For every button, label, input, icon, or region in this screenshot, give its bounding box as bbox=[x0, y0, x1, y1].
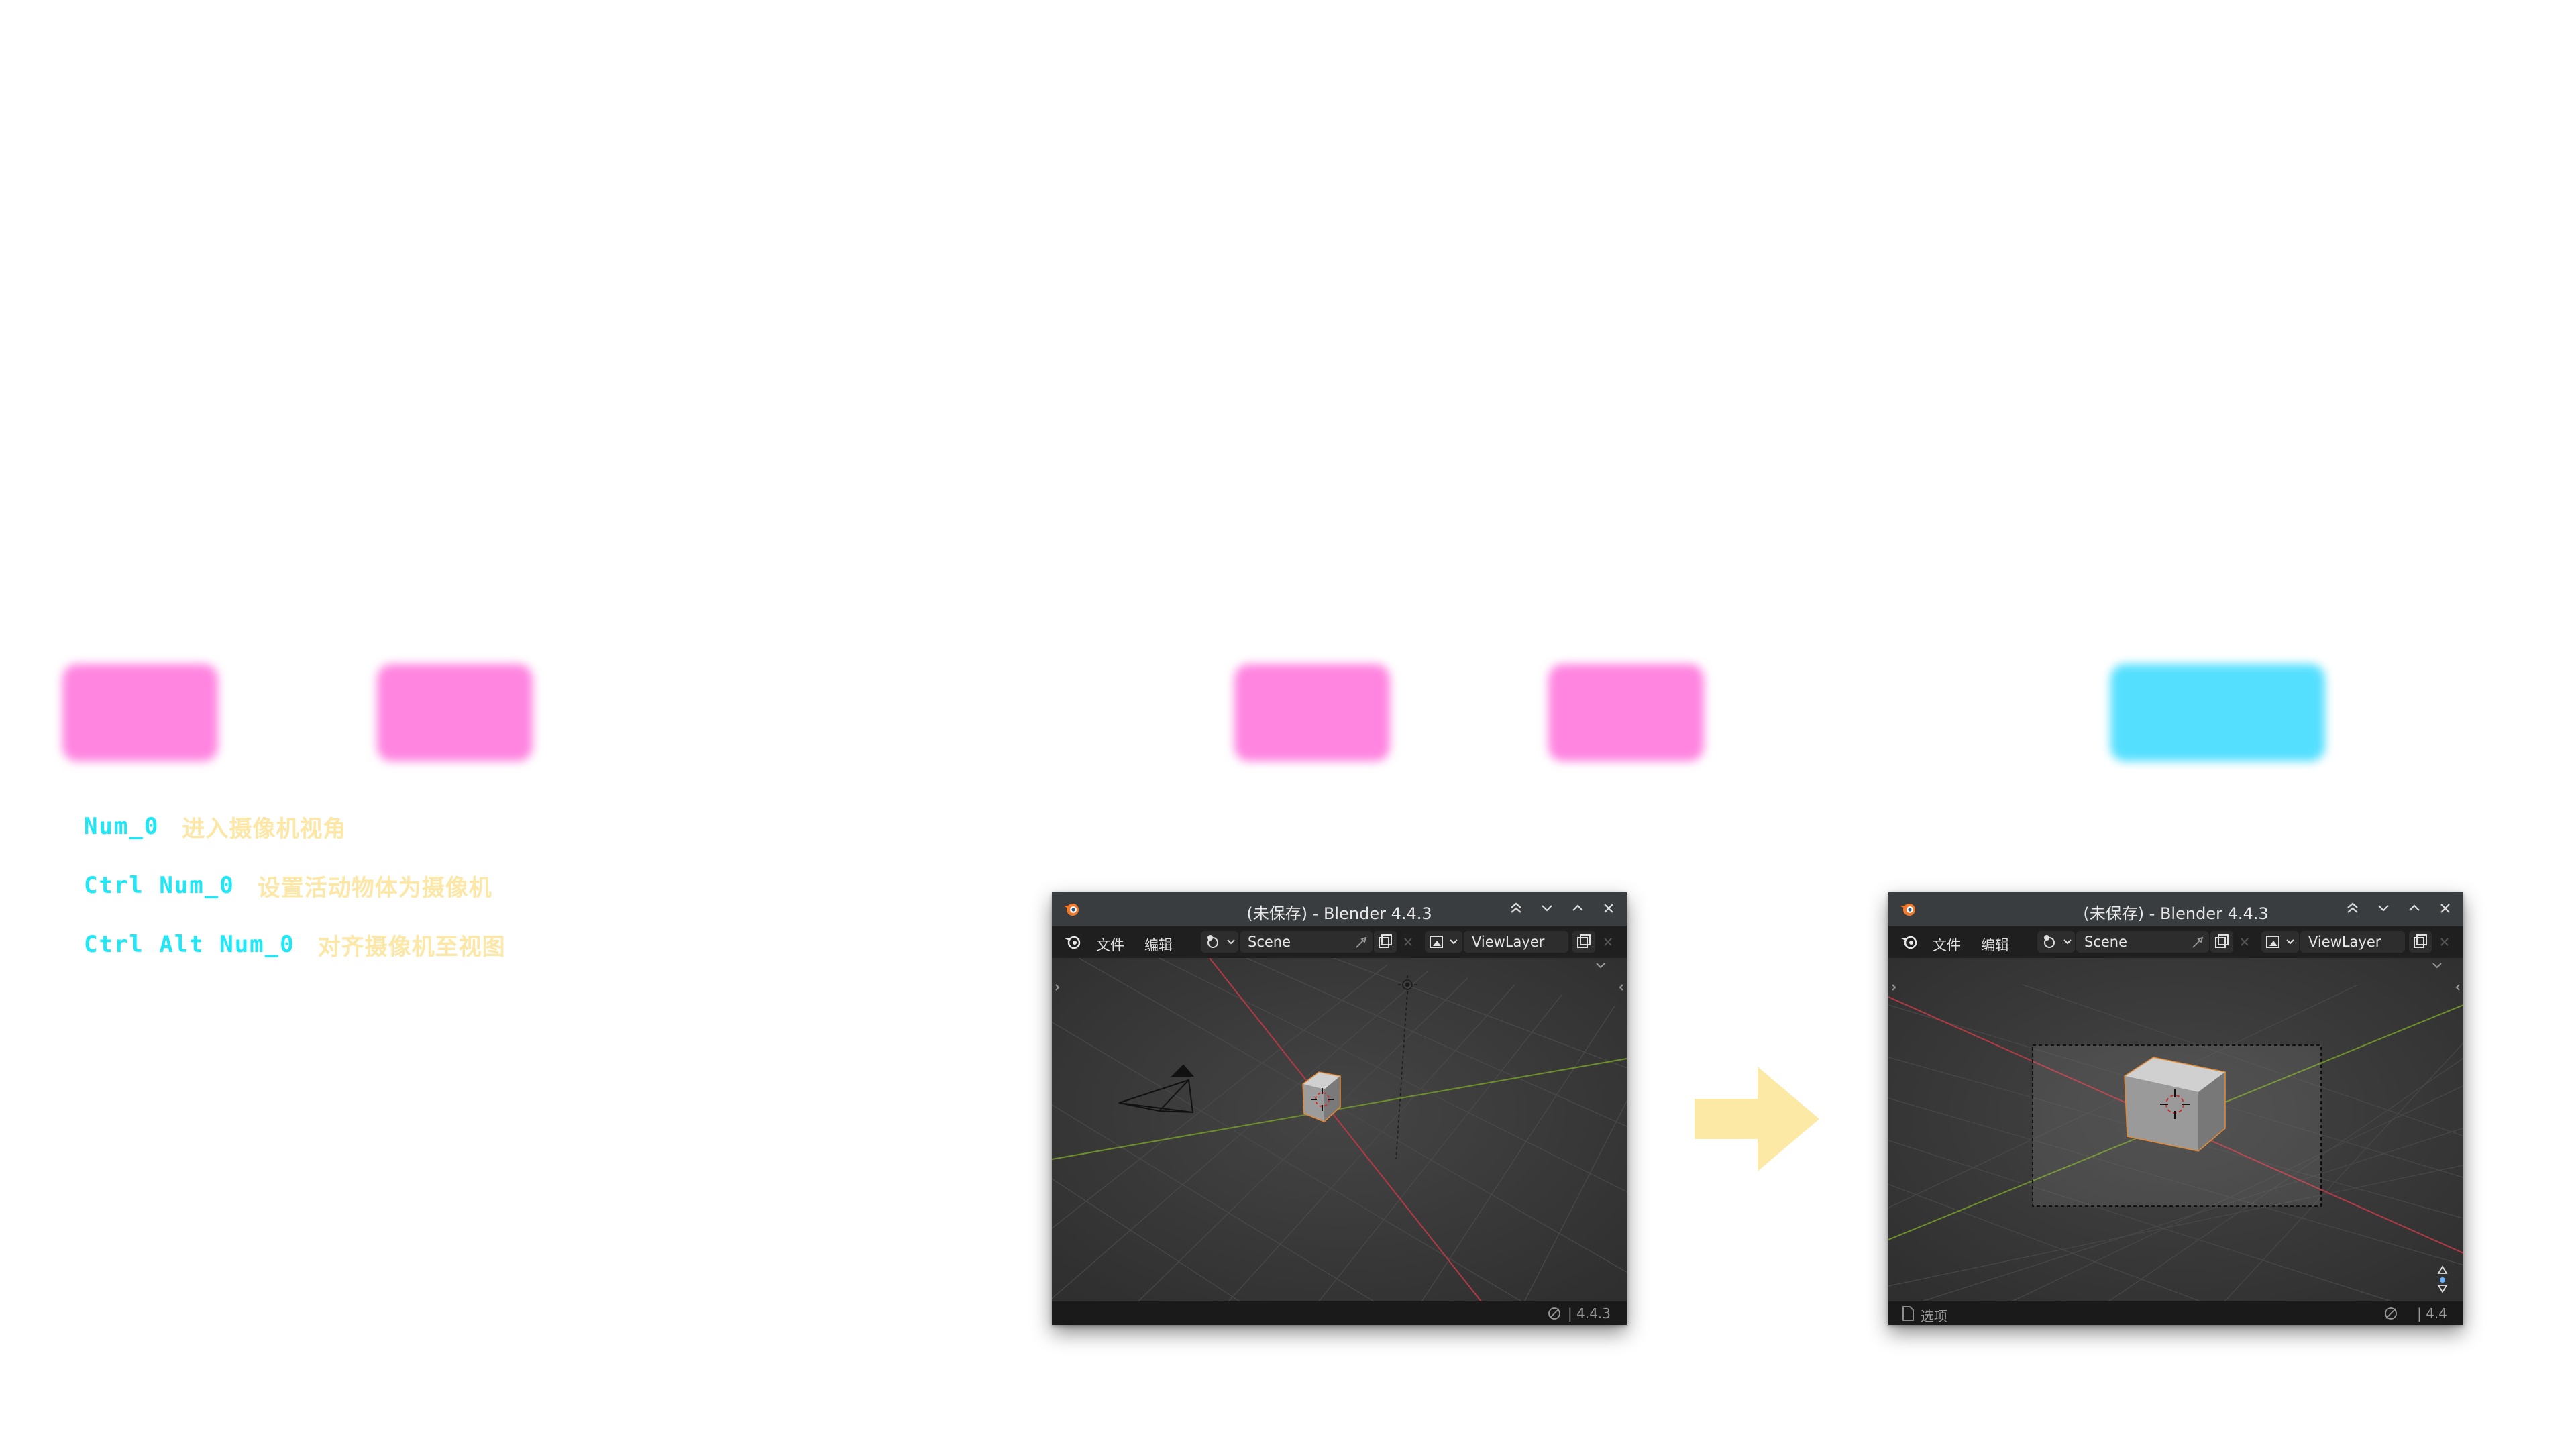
menu-file[interactable]: 文件 bbox=[1096, 934, 1124, 955]
highlight-block-2 bbox=[377, 664, 533, 761]
blender-window-after: (未保存) - Blender 4.4.3 文件 编辑 Scene ViewLa… bbox=[1888, 892, 2463, 1325]
menu-edit[interactable]: 编辑 bbox=[1144, 934, 1173, 955]
view-layer-name: ViewLayer bbox=[1472, 934, 1545, 950]
cube-object[interactable] bbox=[2124, 1057, 2226, 1152]
close-icon[interactable] bbox=[2434, 898, 2456, 919]
network-disabled-icon[interactable] bbox=[2383, 1305, 2399, 1322]
shortcut-key: Num_0 bbox=[84, 813, 160, 840]
network-disabled-icon[interactable] bbox=[1546, 1305, 1562, 1322]
menu-bar: 文件 编辑 Scene ViewLayer bbox=[1052, 926, 1627, 958]
menu-edit[interactable]: 编辑 bbox=[1981, 934, 2009, 955]
shortcut-row: Num_0 进入摄像机视角 bbox=[84, 806, 346, 847]
3d-viewport[interactable] bbox=[1888, 958, 2463, 1301]
status-bar: | 4.4.3 bbox=[1052, 1301, 1627, 1325]
highlight-block-4 bbox=[1548, 664, 1704, 761]
pin-icon[interactable] bbox=[1355, 935, 1368, 949]
duplicate-scene-icon[interactable] bbox=[2210, 931, 2233, 953]
shortcut-key: Ctrl Num_0 bbox=[84, 872, 235, 899]
blender-window-before: (未保存) - Blender 4.4.3 文件 编辑 Scene ViewLa… bbox=[1052, 892, 1627, 1325]
version-number: 4.4 bbox=[2426, 1305, 2447, 1322]
title-bar[interactable]: (未保存) - Blender 4.4.3 bbox=[1888, 892, 2463, 926]
minimize-icon[interactable] bbox=[2373, 898, 2394, 919]
scene-selector-icon[interactable] bbox=[1201, 931, 1238, 953]
view-layer-selector-icon[interactable] bbox=[2261, 931, 2299, 953]
scene-field[interactable]: Scene bbox=[1240, 931, 1373, 953]
options-label[interactable]: 选项 bbox=[1921, 1305, 1947, 1325]
close-icon[interactable] bbox=[1598, 898, 1619, 919]
shortcut-key: Ctrl Alt Num_0 bbox=[84, 931, 295, 958]
menu-bar: 文件 编辑 Scene ViewLayer bbox=[1888, 926, 2463, 958]
shortcut-row: Ctrl Alt Num_0 对齐摄像机至视图 bbox=[84, 924, 506, 965]
3d-viewport[interactable] bbox=[1052, 958, 1627, 1301]
close-icon[interactable] bbox=[2233, 931, 2256, 953]
document-icon bbox=[1902, 1306, 1914, 1321]
view-layer-name: ViewLayer bbox=[2308, 934, 2381, 950]
shortcut-row: Ctrl Num_0 设置活动物体为摄像机 bbox=[84, 865, 492, 906]
shortcut-desc: 设置活动物体为摄像机 bbox=[257, 874, 492, 902]
blender-menu-icon[interactable] bbox=[1899, 932, 1919, 951]
scene-field[interactable]: Scene bbox=[2076, 931, 2209, 953]
duplicate-view-layer-icon[interactable] bbox=[1572, 931, 1595, 953]
scene-selector-icon[interactable] bbox=[2037, 931, 2075, 953]
highlight-block-5 bbox=[2110, 664, 2325, 761]
version-number: 4.4.3 bbox=[1576, 1305, 1611, 1322]
view-layer-selector-icon[interactable] bbox=[1425, 931, 1462, 953]
close-icon[interactable] bbox=[2433, 931, 2456, 953]
highlight-block-3 bbox=[1234, 664, 1390, 761]
duplicate-view-layer-icon[interactable] bbox=[2409, 931, 2432, 953]
view-layer-field[interactable]: ViewLayer bbox=[2300, 931, 2405, 953]
right-arrow-icon bbox=[1695, 1067, 1819, 1171]
keep-above-icon[interactable] bbox=[1505, 898, 1527, 919]
minimize-icon[interactable] bbox=[1536, 898, 1558, 919]
highlight-block-1 bbox=[62, 664, 218, 761]
version-label: | 4.4 bbox=[2417, 1305, 2447, 1322]
shortcut-desc: 进入摄像机视角 bbox=[182, 815, 347, 843]
close-icon[interactable] bbox=[1597, 931, 1619, 953]
title-bar[interactable]: (未保存) - Blender 4.4.3 bbox=[1052, 892, 1627, 926]
blender-menu-icon[interactable] bbox=[1063, 932, 1083, 951]
shortcut-desc: 对齐摄像机至视图 bbox=[317, 933, 506, 961]
duplicate-scene-icon[interactable] bbox=[1374, 931, 1397, 953]
scene-name: Scene bbox=[2084, 934, 2128, 950]
pin-icon[interactable] bbox=[2192, 935, 2205, 949]
keep-above-icon[interactable] bbox=[2342, 898, 2363, 919]
menu-file[interactable]: 文件 bbox=[1933, 934, 1961, 955]
scene-name: Scene bbox=[1248, 934, 1291, 950]
close-icon[interactable] bbox=[1397, 931, 1419, 953]
maximize-icon[interactable] bbox=[2404, 898, 2425, 919]
maximize-icon[interactable] bbox=[1567, 898, 1589, 919]
status-bar: 选项 | 4.4 bbox=[1888, 1301, 2463, 1325]
version-label: | 4.4.3 bbox=[1568, 1305, 1611, 1322]
view-layer-field[interactable]: ViewLayer bbox=[1464, 931, 1568, 953]
